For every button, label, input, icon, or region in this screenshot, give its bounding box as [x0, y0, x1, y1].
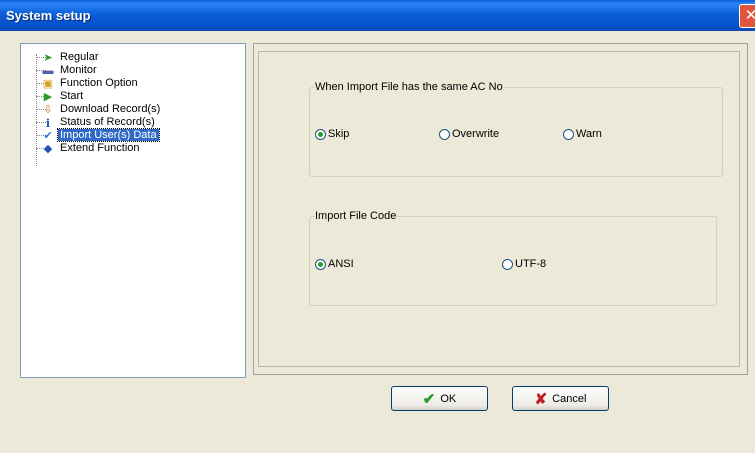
radio-skip[interactable]: Skip: [315, 128, 349, 141]
same-ac-group: When Import File has the same AC No: [309, 81, 723, 177]
tree-item[interactable]: ▣ Function Option: [41, 77, 140, 90]
radio-ansi[interactable]: ANSI: [315, 258, 354, 271]
cross-icon: ✘: [534, 390, 548, 408]
play-icon: ▶: [43, 90, 53, 103]
cancel-button[interactable]: ✘ Cancel: [512, 386, 609, 411]
radio-overwrite-indicator[interactable]: [439, 129, 450, 140]
radio-overwrite[interactable]: Overwrite: [439, 128, 499, 141]
tree-item-label: Start: [60, 90, 84, 102]
radio-utf8-indicator[interactable]: [502, 259, 513, 270]
tree-item-label: Regular: [60, 51, 99, 63]
checkmark-icon: ✔: [422, 390, 436, 408]
tree-item-label: Status of Record(s): [60, 116, 155, 128]
tree-item[interactable]: i Status of Record(s): [41, 116, 157, 130]
system-setup-dialog: System setup ✕ ➤ Regular ▬ Monitor ▣ Function…: [0, 0, 755, 453]
ok-button[interactable]: ✔ OK: [391, 386, 488, 411]
radio-warn-label: Warn: [576, 128, 602, 140]
tree-item-label: Download Record(s): [60, 103, 161, 115]
radio-warn[interactable]: Warn: [563, 128, 602, 141]
title-bar[interactable]: System setup ✕: [0, 0, 755, 31]
close-icon[interactable]: ✕: [739, 4, 755, 28]
monitor-icon: ▬: [42, 64, 54, 77]
download-icon: ⇩: [43, 103, 53, 116]
tree-item[interactable]: ▶ Start: [41, 90, 85, 103]
tree-item-label: Function Option: [60, 77, 138, 89]
radio-skip-indicator[interactable]: [315, 129, 326, 140]
info-icon: i: [45, 116, 51, 130]
tree-item[interactable]: ◆ Extend Function: [41, 142, 142, 155]
tree-item[interactable]: ⇩ Download Record(s): [41, 103, 162, 116]
tree-item[interactable]: ▬ Monitor: [41, 64, 99, 77]
regular-arrow-icon: ➤: [43, 51, 53, 64]
settings-tree: ➤ Regular ▬ Monitor ▣ Function Option ▶ Start ⇩ D…: [20, 43, 246, 378]
tree-item-label: Extend Function: [60, 142, 140, 154]
cancel-button-label: Cancel: [552, 392, 587, 405]
radio-utf8-label: UTF-8: [515, 258, 547, 270]
import-code-group-label: Import File Code: [315, 210, 397, 222]
extend-function-icon: ◆: [43, 142, 53, 155]
radio-ansi-label: ANSI: [328, 258, 354, 270]
tree-item[interactable]: ✔ Import User(s) Data: [41, 128, 160, 142]
radio-utf8[interactable]: UTF-8: [502, 258, 546, 271]
radio-overwrite-label: Overwrite: [452, 128, 500, 140]
checkmark-icon: ✔: [43, 129, 53, 142]
radio-skip-label: Skip: [328, 128, 350, 140]
radio-warn-indicator[interactable]: [563, 129, 574, 140]
function-option-icon: ▣: [42, 77, 54, 90]
tree-item-label: Import User(s) Data: [57, 128, 160, 142]
ok-button-label: OK: [440, 392, 457, 405]
tree-item[interactable]: ➤ Regular: [41, 51, 101, 64]
radio-ansi-indicator[interactable]: [315, 259, 326, 270]
same-ac-group-label: When Import File has the same AC No: [315, 81, 503, 93]
window-title: System setup: [6, 8, 91, 23]
tree-item-label: Monitor: [60, 64, 97, 76]
